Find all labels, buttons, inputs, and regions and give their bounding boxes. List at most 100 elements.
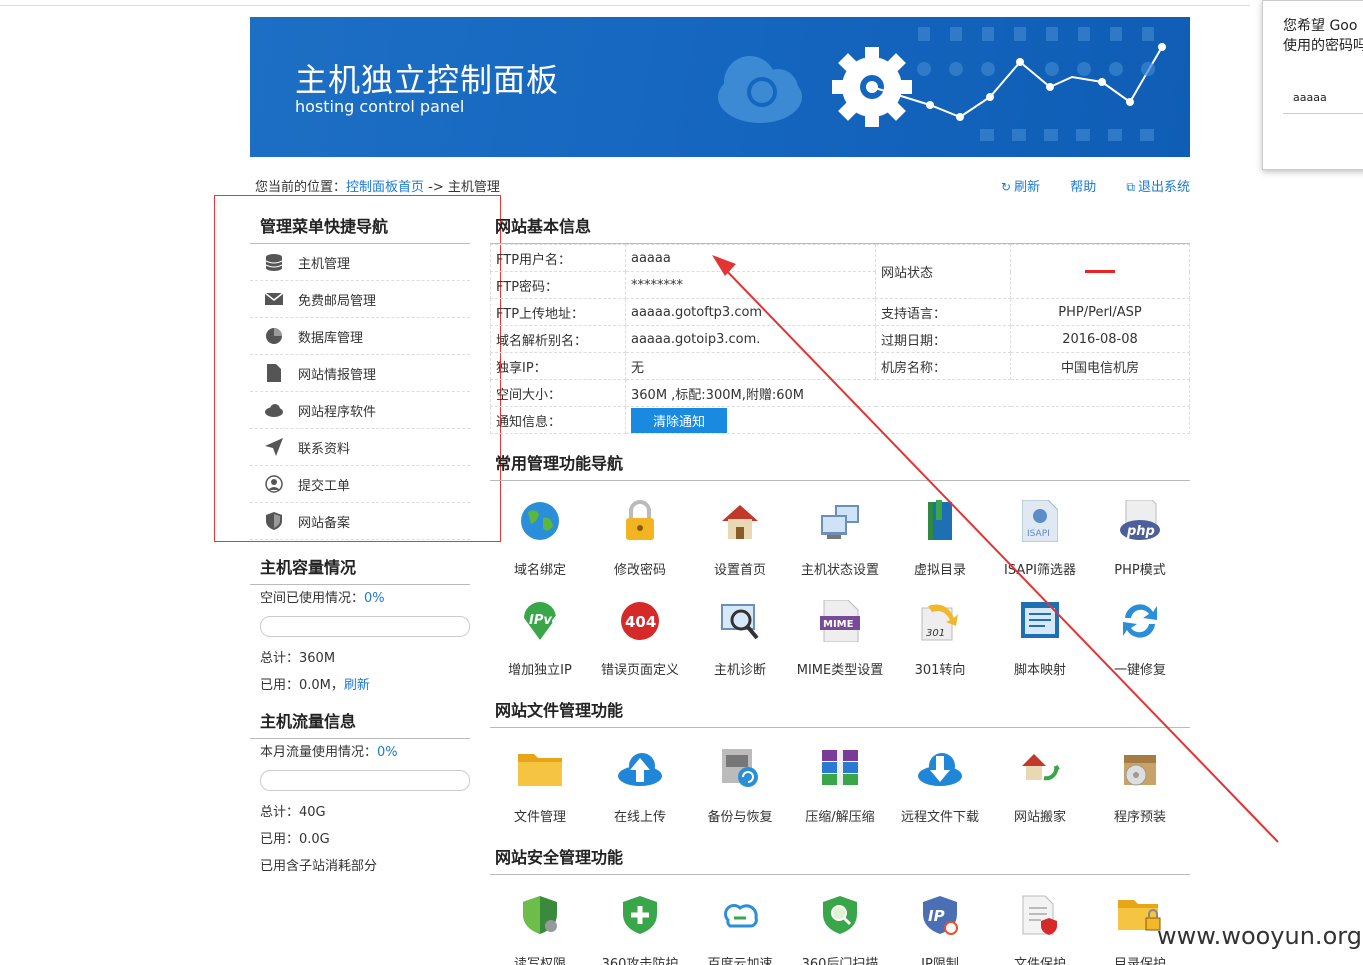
main-content: 网站基本信息 FTP用户名： aaaaa 网站状态 FTP密码： *******… — [490, 205, 1190, 965]
clear-notice-button[interactable]: 清除通知 — [631, 407, 728, 433]
ftp-addr-value: aaaaa.gotoftp3.com — [625, 298, 876, 326]
document-icon — [250, 364, 298, 382]
house-move-icon — [1016, 744, 1064, 792]
breadcrumb-sep: -> — [424, 180, 448, 195]
func-virtual-dir[interactable]: 虚拟目录 — [890, 489, 990, 589]
home-icon — [716, 497, 764, 545]
func-one-click-fix[interactable]: 一键修复 — [1090, 589, 1190, 689]
ftp-pass-label: FTP密码： — [490, 271, 626, 299]
breadcrumb-current: 主机管理 — [447, 180, 500, 195]
func-domain-bind[interactable]: 域名绑定 — [490, 489, 590, 589]
magnifier-icon — [716, 597, 764, 645]
func-online-upload[interactable]: 在线上传 — [590, 736, 690, 836]
basic-info-table: FTP用户名： aaaaa 网站状态 FTP密码： ******** FTP上传… — [490, 244, 1190, 434]
shield-scan-icon — [816, 891, 864, 939]
func-label: 360攻击防护 — [601, 957, 679, 965]
popup-divider — [1283, 113, 1363, 114]
top-links: ↻ 刷新 帮助 ⧉ 退出系统 — [975, 176, 1190, 195]
func-label: 360后门扫描 — [801, 957, 879, 965]
func-301[interactable]: 301 301转向 — [890, 589, 990, 689]
func-diagnose[interactable]: 主机诊断 — [690, 589, 790, 689]
func-host-status[interactable]: 主机状态设置 — [790, 489, 890, 589]
func-baidu-cdn[interactable]: 百度云加速 — [690, 883, 790, 965]
sidebar-item-intel[interactable]: 网站情报管理 — [250, 355, 470, 392]
sidebar-menu: 管理菜单快捷导航 主机管理 免费邮局管理 数据库管理 网站情报管理 网站程序软件… — [250, 205, 470, 540]
basic-info-title: 网站基本信息 — [490, 205, 1190, 244]
alias-label: 域名解析别名： — [490, 325, 626, 353]
alias-value: aaaaa.gotoip3.com. — [625, 325, 876, 353]
func-rw-permission[interactable]: 读写权限 — [490, 883, 590, 965]
func-360-protect[interactable]: 360攻击防护 — [590, 883, 690, 965]
room-label: 机房名称： — [875, 352, 1011, 380]
ftp-user-value: aaaaa — [625, 244, 876, 272]
func-file-manager[interactable]: 文件管理 — [490, 736, 590, 836]
func-error-page[interactable]: 404 错误页面定义 — [590, 589, 690, 689]
func-mime[interactable]: MIME MIME类型设置 — [790, 589, 890, 689]
func-isapi[interactable]: ISAPI ISAPI筛选器 — [990, 489, 1090, 589]
func-label: ISAPI筛选器 — [1004, 563, 1076, 578]
func-label: 压缩/解压缩 — [805, 810, 875, 825]
breadcrumb-home-link[interactable]: 控制面板首页 — [346, 180, 424, 195]
expire-value: 2016-08-08 — [1010, 325, 1190, 353]
help-link[interactable]: 帮助 — [1070, 180, 1096, 195]
func-set-homepage[interactable]: 设置首页 — [690, 489, 790, 589]
sidebar-title: 管理菜单快捷导航 — [250, 205, 470, 244]
func-site-move[interactable]: 网站搬家 — [990, 736, 1090, 836]
func-label: 网站搬家 — [1013, 810, 1066, 825]
sidebar-item-database[interactable]: 数据库管理 — [250, 318, 470, 355]
sidebar-item-mail[interactable]: 免费邮局管理 — [250, 281, 470, 318]
sidebar-item-label: 主机管理 — [298, 256, 351, 272]
php-icon: php — [1116, 497, 1164, 545]
traffic-usage-value: 0% — [377, 745, 398, 760]
sidebar-item-software[interactable]: 网站程序软件 — [250, 392, 470, 429]
func-add-ip[interactable]: IPv4 增加独立IP — [490, 589, 590, 689]
mime-icon: MIME — [816, 597, 864, 645]
sidebar-item-host[interactable]: 主机管理 — [250, 244, 470, 281]
func-remote-download[interactable]: 远程文件下载 — [890, 736, 990, 836]
security-title: 网站安全管理功能 — [490, 836, 1190, 875]
func-script-map[interactable]: 脚本映射 — [990, 589, 1090, 689]
func-label: 虚拟目录 — [913, 563, 966, 578]
computers-icon — [816, 497, 864, 545]
trend-line — [871, 46, 1163, 119]
refresh-link[interactable]: ↻ 刷新 — [1001, 180, 1040, 195]
func-php-mode[interactable]: php PHP模式 — [1090, 489, 1190, 589]
banner-title: 主机独立控制面板 — [295, 61, 560, 99]
ipv4-icon: IPv4 — [516, 597, 564, 645]
logout-link[interactable]: ⧉ 退出系统 — [1126, 180, 1190, 195]
user-icon — [250, 475, 298, 493]
shield-icon — [250, 512, 298, 530]
capacity-usage: 空间已使用情况：0% — [250, 585, 470, 612]
func-label: 一键修复 — [1113, 663, 1166, 678]
cloud-icon — [250, 403, 298, 417]
func-compress[interactable]: 压缩/解压缩 — [790, 736, 890, 836]
func-change-password[interactable]: 修改密码 — [590, 489, 690, 589]
func-backup-restore[interactable]: 备份与恢复 — [690, 736, 790, 836]
popup-value[interactable]: aaaaa — [1293, 91, 1327, 104]
book-icon — [916, 497, 964, 545]
capacity-refresh-link[interactable]: 刷新 — [344, 678, 370, 693]
sidebar-item-record[interactable]: 网站备案 — [250, 503, 470, 540]
func-label: 读写权限 — [513, 957, 566, 965]
sidebar-item-contact[interactable]: 联系资料 — [250, 429, 470, 466]
func-file-protect[interactable]: 文件保护 — [990, 883, 1090, 965]
sidebar-item-ticket[interactable]: 提交工单 — [250, 466, 470, 503]
cloud-download-icon — [916, 744, 964, 792]
security-grid: 读写权限 360攻击防护 百度云加速 360后门扫描 IP IP限制 文件保护 目… — [490, 875, 1190, 965]
func-label: PHP模式 — [1114, 563, 1166, 578]
watermark: www.wooyun.org — [1157, 922, 1362, 950]
func-preinstall[interactable]: 程序预装 — [1090, 736, 1190, 836]
func-label: MIME类型设置 — [796, 663, 884, 678]
svg-text:IPv4: IPv4 — [529, 613, 560, 628]
func-ip-limit[interactable]: IP IP限制 — [890, 883, 990, 965]
refresh-label: 刷新 — [1014, 180, 1041, 195]
space-label: 空间大小： — [490, 379, 626, 407]
func-360-scan[interactable]: 360后门扫描 — [790, 883, 890, 965]
func-label: 修改密码 — [613, 563, 666, 578]
files-title: 网站文件管理功能 — [490, 689, 1190, 728]
breadcrumb: 您当前的位置：控制面板首页 -> 主机管理 — [255, 176, 500, 195]
traffic-panel: 主机流量信息 本月流量使用情况：0% 总计：40G 已用：0.0G 已用含子站消… — [250, 702, 470, 880]
sidebar-item-label: 提交工单 — [298, 478, 351, 494]
func-label: 目录保护 — [1113, 957, 1166, 965]
capacity-panel: 主机容量情况 空间已使用情况：0% 总计：360M 已用：0.0M，刷新 — [250, 548, 470, 699]
